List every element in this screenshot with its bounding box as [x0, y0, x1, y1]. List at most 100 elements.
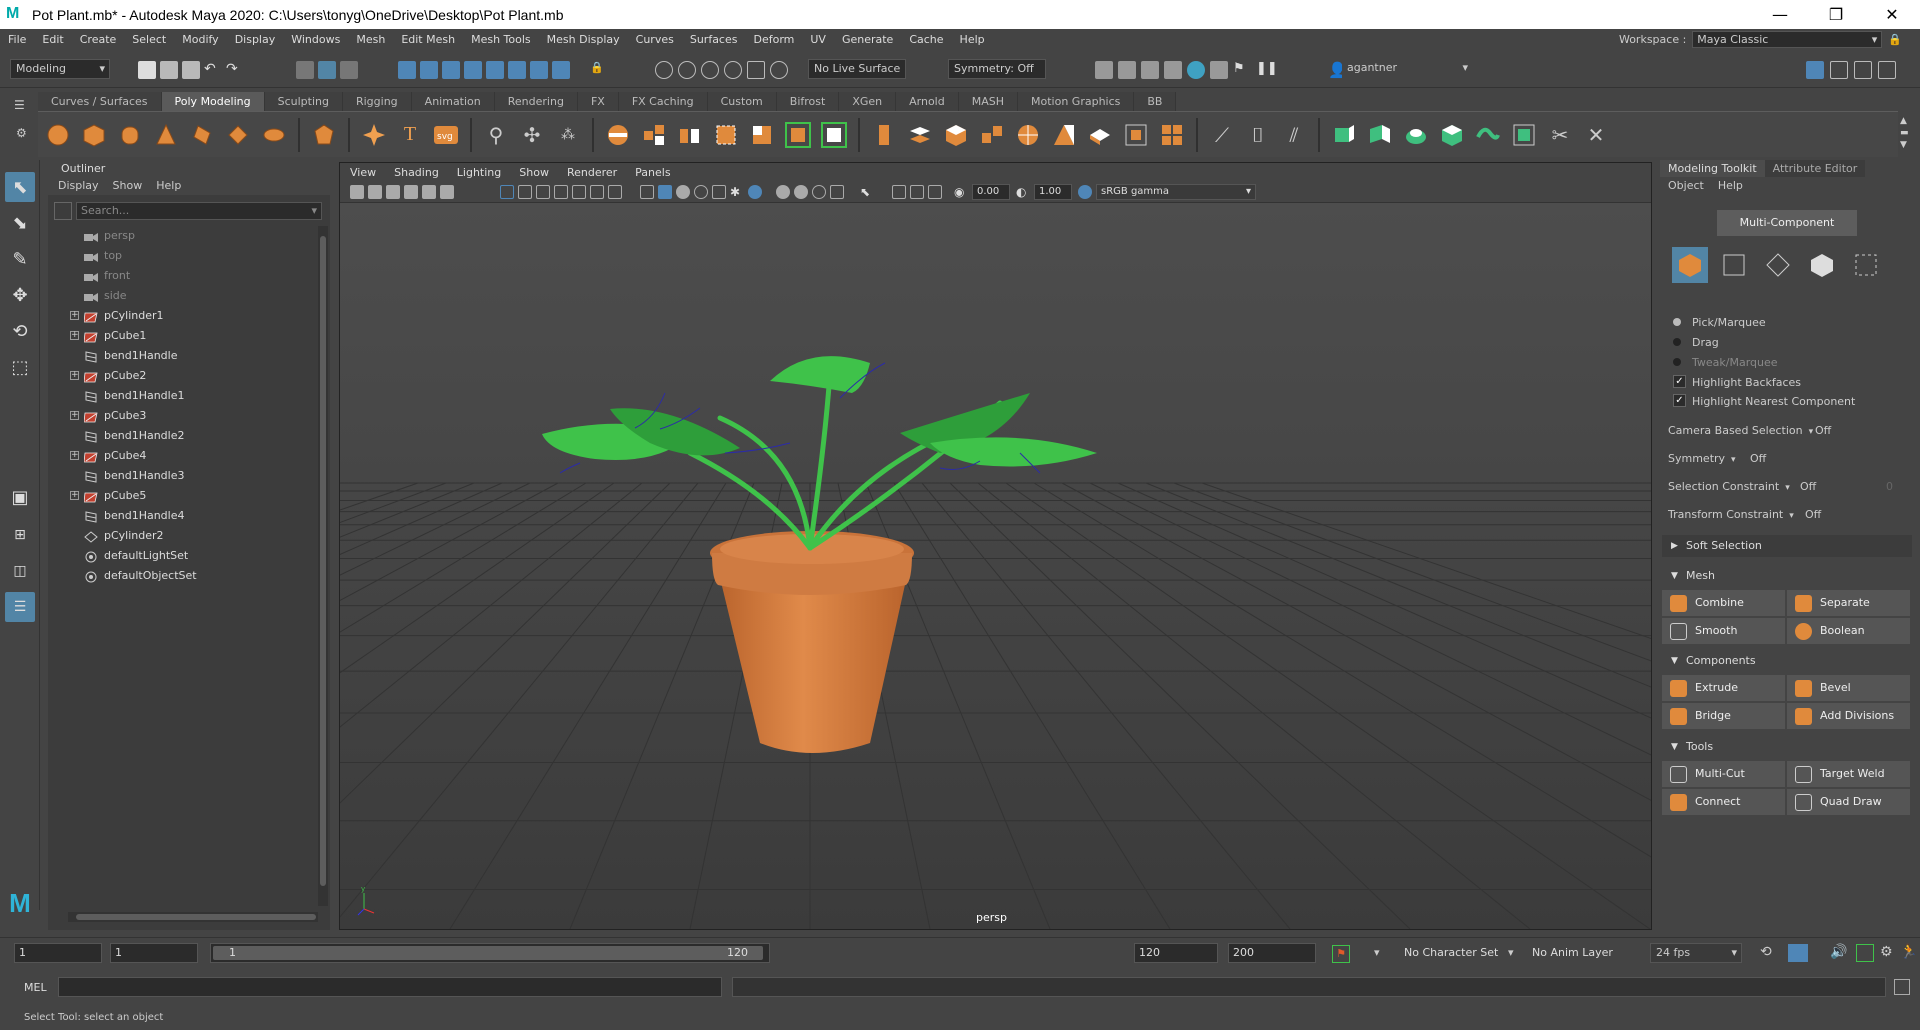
uv-editor-icon[interactable] [1510, 121, 1538, 149]
bridge-button[interactable]: Bridge [1662, 703, 1785, 729]
offset-edge-loop-icon[interactable]: ⫽ [1280, 121, 1308, 149]
lasso-tool-icon[interactable]: ⬊ [5, 208, 35, 238]
smooth-shade-icon[interactable] [658, 185, 672, 199]
symmetry-dropdown[interactable]: Symmetry: Off [948, 59, 1046, 79]
menu-generate[interactable]: Generate [834, 33, 901, 46]
bookmark-icon[interactable] [386, 185, 400, 199]
snap-grid-icon[interactable] [398, 61, 416, 79]
outliner-item[interactable]: + pCube5 [48, 486, 318, 506]
shelf-tab-curves-surfaces[interactable]: Curves / Surfaces [38, 92, 162, 111]
combine-icon[interactable] [640, 121, 668, 149]
snap-surface-icon[interactable] [486, 61, 504, 79]
xray-components-icon[interactable] [928, 185, 942, 199]
lock-selection-icon[interactable]: 🔒 [590, 61, 608, 79]
run-icon[interactable]: 🏃 [1900, 944, 1917, 960]
viewport-menu-renderer[interactable]: Renderer [567, 163, 617, 182]
quad-draw-button[interactable]: Quad Draw [1787, 789, 1910, 815]
tab-modeling-toolkit[interactable]: Modeling Toolkit [1660, 160, 1765, 177]
chevron-down-icon[interactable]: ▾ [311, 203, 317, 219]
exposure-field[interactable]: 0.00 [972, 184, 1010, 200]
type-tool-icon[interactable]: T [396, 121, 424, 149]
outliner-item[interactable]: defaultLightSet [48, 546, 318, 566]
menu-edit-mesh[interactable]: Edit Mesh [393, 33, 463, 46]
field-chart-icon[interactable] [572, 185, 586, 199]
shelf-tab-xgen[interactable]: XGen [839, 92, 897, 111]
shelf-tab-animation[interactable]: Animation [411, 92, 495, 111]
ambient-occlusion-icon[interactable] [776, 185, 790, 199]
menu-mesh-tools[interactable]: Mesh Tools [463, 33, 539, 46]
bevel-icon[interactable] [820, 121, 848, 149]
shelf-tab-fx-caching[interactable]: FX Caching [618, 92, 708, 111]
shelf-tab-arnold[interactable]: Arnold [896, 92, 959, 111]
anti-aliasing-icon[interactable] [812, 185, 826, 199]
grease-pencil-icon[interactable] [440, 185, 454, 199]
shelf-tab-rendering[interactable]: Rendering [494, 92, 578, 111]
smooth-icon[interactable] [712, 121, 740, 149]
color-space-dropdown[interactable]: sRGB gamma ▾ [1096, 184, 1256, 200]
xray-icon[interactable] [892, 185, 906, 199]
svg-tool-icon[interactable]: svg [432, 121, 460, 149]
mel-label[interactable]: MEL [24, 981, 47, 994]
render-icon[interactable] [1095, 61, 1113, 79]
ipr-icon[interactable] [1141, 61, 1159, 79]
safe-action-icon[interactable] [590, 185, 604, 199]
select-hierarchy-icon[interactable] [296, 61, 314, 79]
chevron-down-icon[interactable]: ▾ [1374, 946, 1380, 959]
open-scene-icon[interactable] [160, 61, 178, 79]
save-scene-icon[interactable] [182, 61, 200, 79]
color-management-icon[interactable] [1078, 185, 1092, 199]
start-time-field[interactable]: 1 [14, 943, 102, 963]
cut-uv-icon[interactable]: ✂ [1546, 121, 1574, 149]
character-set-value[interactable]: No Character Set [1404, 946, 1498, 959]
shelf-scroll-arrows-icon[interactable]: ▲ ▬ ▼ [1900, 115, 1909, 151]
minimize-button[interactable]: — [1752, 0, 1808, 29]
marker-icon[interactable]: ✣ [518, 121, 546, 149]
shelf-tab-motion-graphics[interactable]: Motion Graphics [1018, 92, 1135, 111]
uv-mode-icon[interactable] [1848, 247, 1884, 283]
make-hole-icon[interactable] [1122, 121, 1150, 149]
pause-icon[interactable]: ❚❚ [1256, 61, 1278, 79]
construction-history-icon[interactable] [678, 61, 696, 79]
scrollbar-thumb[interactable] [320, 236, 326, 886]
select-component-icon[interactable] [340, 61, 358, 79]
object-mode-icon[interactable] [1672, 247, 1708, 283]
multi-component-icon[interactable] [1158, 121, 1186, 149]
platonic-solid-icon[interactable] [310, 121, 338, 149]
spherical-uv-icon[interactable] [1438, 121, 1466, 149]
render-view-icon[interactable] [1210, 61, 1228, 79]
separate-icon[interactable] [676, 121, 704, 149]
wireframe-on-shaded-icon[interactable] [694, 185, 708, 199]
playback-speed-icon[interactable] [1856, 944, 1874, 962]
vertex-mode-icon[interactable] [1716, 247, 1752, 283]
shelf-tab-bb[interactable]: BB [1134, 92, 1177, 111]
outliner-menu-help[interactable]: Help [156, 177, 181, 195]
outliner-item[interactable]: defaultObjectSet [48, 566, 318, 586]
viewport-menu-lighting[interactable]: Lighting [457, 163, 501, 182]
multi-cut-icon[interactable]: ⟋ [1208, 121, 1236, 149]
fill-hole-icon[interactable] [1086, 121, 1114, 149]
fps-dropdown[interactable]: 24 fps ▾ [1650, 943, 1742, 963]
select-tool-icon[interactable]: ⬉ [5, 172, 35, 202]
boolean-button[interactable]: Boolean [1787, 618, 1910, 644]
menu-display[interactable]: Display [227, 33, 284, 46]
resolution-gate-icon[interactable] [536, 185, 550, 199]
toggle-tool-settings-icon[interactable] [1854, 61, 1872, 79]
outliner-item[interactable]: front [48, 266, 318, 286]
menu-mesh-display[interactable]: Mesh Display [539, 33, 628, 46]
outliner-item[interactable]: + pCube2 [48, 366, 318, 386]
toolkit-menu-object[interactable]: Object [1668, 177, 1704, 194]
poly-plane-icon[interactable] [224, 121, 252, 149]
tweak-marquee-radio[interactable] [1670, 355, 1684, 369]
menu-uv[interactable]: UV [802, 33, 834, 46]
new-scene-icon[interactable] [138, 61, 156, 79]
image-plane-icon[interactable] [404, 185, 418, 199]
menu-curves[interactable]: Curves [628, 33, 682, 46]
hypershade-icon[interactable] [1187, 61, 1205, 79]
snap-vertex-icon[interactable] [530, 61, 548, 79]
extrude-icon[interactable] [870, 121, 898, 149]
super-shape-icon[interactable] [360, 121, 388, 149]
outliner-item[interactable]: bend1Handle1 [48, 386, 318, 406]
menu-modify[interactable]: Modify [174, 33, 226, 46]
mesh-section-header[interactable]: ▼ Mesh [1662, 565, 1912, 587]
poly-cylinder-icon[interactable] [116, 121, 144, 149]
